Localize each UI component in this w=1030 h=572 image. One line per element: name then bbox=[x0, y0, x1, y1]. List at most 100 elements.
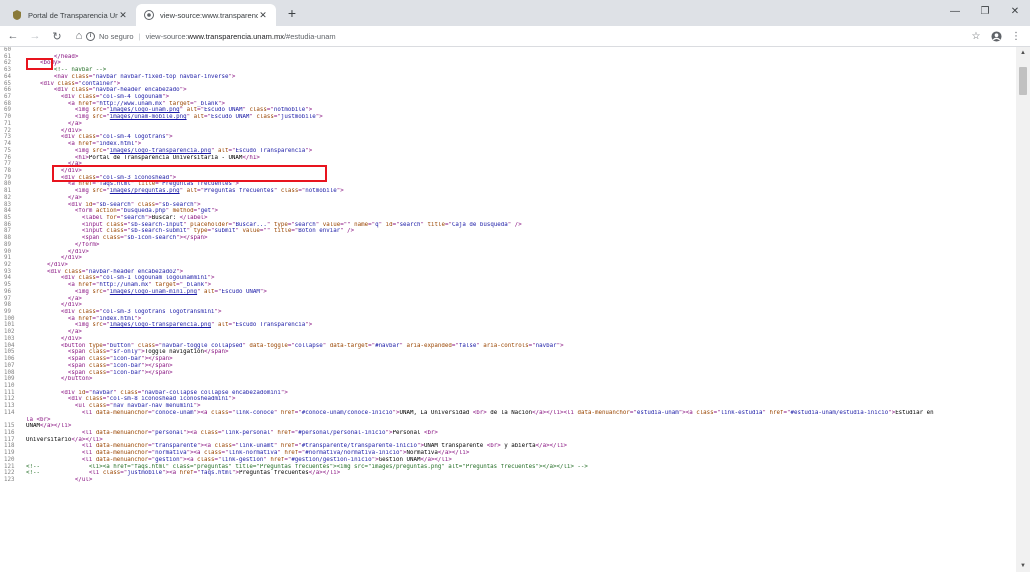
line-number: 86 bbox=[4, 221, 11, 228]
line-code: <form action="busqueda.php" method="get"… bbox=[74, 208, 219, 215]
tab-view-source[interactable]: view-source:www.transparencia. ✕ bbox=[136, 4, 276, 26]
line-code: </div> bbox=[60, 127, 82, 134]
line-number: 123 bbox=[4, 477, 15, 483]
source-line: 104 <button type="button" class="navbar-… bbox=[0, 343, 1012, 350]
line-number: 63 bbox=[4, 67, 11, 74]
star-icon[interactable]: ☆ bbox=[968, 28, 984, 44]
info-icon[interactable]: i bbox=[86, 32, 95, 41]
line-code: <div class="container"> bbox=[39, 80, 121, 87]
vertical-scrollbar[interactable]: ▲ ▼ bbox=[1016, 47, 1030, 572]
source-line: 87 <input class="sb-search-submit" type=… bbox=[0, 228, 1012, 235]
line-number: 87 bbox=[4, 228, 11, 235]
source-line: 99 <div class="col-sm-3 logotrans logotr… bbox=[0, 309, 1012, 316]
line-code: <li data-menuanchor="personal"><a class=… bbox=[81, 429, 438, 436]
line-number: 75 bbox=[4, 147, 11, 154]
source-line: 75 <img src="images/logo-transparencia.p… bbox=[0, 148, 1012, 155]
line-number: 68 bbox=[4, 100, 11, 107]
scroll-up-icon[interactable]: ▲ bbox=[1016, 47, 1030, 59]
line-code: <nav class="navbar navbar-fixed-top navb… bbox=[53, 73, 236, 80]
minimize-icon[interactable]: — bbox=[940, 0, 970, 22]
source-line: la <br> bbox=[0, 417, 1012, 424]
line-number: 97 bbox=[4, 295, 11, 302]
line-number: 108 bbox=[4, 369, 15, 376]
source-line: 114 <li data-menuanchor="conoce-unam"><a… bbox=[0, 410, 1012, 417]
tab-portal[interactable]: Portal de Transparencia Universi ✕ bbox=[4, 4, 136, 26]
line-number: 91 bbox=[4, 255, 11, 262]
line-number: 85 bbox=[4, 214, 11, 221]
source-line: 105 <span class="sr-only">Toggle navigat… bbox=[0, 349, 1012, 356]
url-host: www.transparencia.unam.mx bbox=[187, 32, 284, 41]
forward-arrow-icon[interactable]: → bbox=[26, 27, 44, 45]
account-icon[interactable] bbox=[988, 28, 1004, 44]
source-line: 86 <input class="sb-search-input" placeh… bbox=[0, 222, 1012, 229]
line-number: 60 bbox=[4, 47, 11, 53]
source-line: 108 <span class="icon-bar"></span> bbox=[0, 370, 1012, 377]
source-code: 60 61 </head> 62 <body> 63 <!-- navbar --> 6… bbox=[0, 47, 1012, 484]
line-number: 121 bbox=[4, 463, 15, 470]
line-code: <div id="sb-search" class="sb-search"> bbox=[67, 201, 201, 208]
line-number: 114 bbox=[4, 409, 15, 416]
line-number: 84 bbox=[4, 208, 11, 215]
line-number: 111 bbox=[4, 389, 15, 396]
source-line: 81 <img src="images/preguntas.png" alt="… bbox=[0, 188, 1012, 195]
source-line: 94 <div class="col-sm-1 logounam logouna… bbox=[0, 275, 1012, 282]
source-line: 95 <a href="http://unam.mx" target="_bla… bbox=[0, 282, 1012, 289]
line-code: <div id="navbar" class="navbar-collapse … bbox=[60, 389, 288, 396]
source-line: 67 <div class="col-sm-4 logounam"> bbox=[0, 94, 1012, 101]
source-line: 96 <img src="images/logo-unam-mini.png" … bbox=[0, 289, 1012, 296]
line-number: 112 bbox=[4, 396, 15, 403]
line-number: 83 bbox=[4, 201, 11, 208]
back-arrow-icon[interactable]: ← bbox=[4, 27, 22, 45]
scrollbar-thumb[interactable] bbox=[1019, 67, 1027, 95]
source-line: 68 <a href="http://www.unam.mx" target="… bbox=[0, 101, 1012, 108]
more-vert-icon[interactable]: ⋮ bbox=[1008, 28, 1024, 44]
line-code: <img src="images/logo-unam.png" alt="Esc… bbox=[74, 107, 313, 114]
line-code: <img src="images/logo-transparencia.png"… bbox=[74, 322, 313, 329]
line-number: 93 bbox=[4, 268, 11, 275]
line-code: <li data-menuanchor="conoce-unam"><a cla… bbox=[81, 409, 934, 416]
line-number: 106 bbox=[4, 356, 15, 363]
tab-title: view-source:www.transparencia. bbox=[160, 10, 258, 20]
reload-icon[interactable]: ↻ bbox=[48, 27, 66, 45]
source-line: 79 <div class="col-sm-3 iconoshead"> bbox=[0, 175, 1012, 182]
close-window-icon[interactable]: ✕ bbox=[1000, 0, 1030, 22]
line-number: 107 bbox=[4, 362, 15, 369]
source-line: 112 <div class="col-sm-8 iconoshead icon… bbox=[0, 396, 1012, 403]
source-line: 113 <ul class="nav navbar-nav menumini"> bbox=[0, 403, 1012, 410]
line-number: 117 bbox=[4, 436, 15, 443]
line-number: 82 bbox=[4, 194, 11, 201]
line-code: </div> bbox=[60, 255, 82, 262]
line-number: 79 bbox=[4, 174, 11, 181]
line-code: <input class="sb-search-input" placehold… bbox=[81, 221, 522, 228]
window-controls: — ❐ ✕ bbox=[940, 0, 1030, 22]
source-line: 74 <a href="index.html"> bbox=[0, 141, 1012, 148]
line-number: 98 bbox=[4, 302, 11, 309]
close-icon[interactable]: ✕ bbox=[118, 10, 128, 21]
source-line: 98 </div> bbox=[0, 302, 1012, 309]
line-code: </div> bbox=[67, 248, 89, 255]
security-label: No seguro bbox=[99, 32, 134, 41]
line-number: 90 bbox=[4, 248, 11, 255]
new-tab-button[interactable]: + bbox=[284, 5, 300, 21]
source-line: 91 </div> bbox=[0, 255, 1012, 262]
line-number: 66 bbox=[4, 87, 11, 94]
source-line: 92 </div> bbox=[0, 262, 1012, 269]
line-number: 77 bbox=[4, 161, 11, 168]
line-number: 89 bbox=[4, 241, 11, 248]
source-line: 106 <span class="icon-bar"></span> bbox=[0, 356, 1012, 363]
line-number: 92 bbox=[4, 262, 11, 268]
close-icon[interactable]: ✕ bbox=[258, 10, 268, 21]
tab-title: Portal de Transparencia Universi bbox=[28, 10, 118, 20]
line-code: <a href="index.html"> bbox=[67, 315, 142, 322]
source-line: 121 <!-- <li><a href="faqs.html" class="p… bbox=[0, 464, 1012, 471]
line-number: 105 bbox=[4, 349, 15, 356]
line-code: <span class="icon-bar"></span> bbox=[67, 362, 173, 369]
restore-icon[interactable]: ❐ bbox=[970, 0, 1000, 22]
source-viewer: 60 61 </head> 62 <body> 63 <!-- navbar --> 6… bbox=[0, 47, 1030, 572]
address-bar[interactable]: i No seguro | view-source: www.transparen… bbox=[86, 28, 964, 45]
scroll-down-icon[interactable]: ▼ bbox=[1016, 560, 1030, 572]
source-line: 100 <a href="index.html"> bbox=[0, 316, 1012, 323]
line-number: 101 bbox=[4, 322, 15, 329]
source-line: 118 <li data-menuanchor="transparente"><… bbox=[0, 443, 1012, 450]
